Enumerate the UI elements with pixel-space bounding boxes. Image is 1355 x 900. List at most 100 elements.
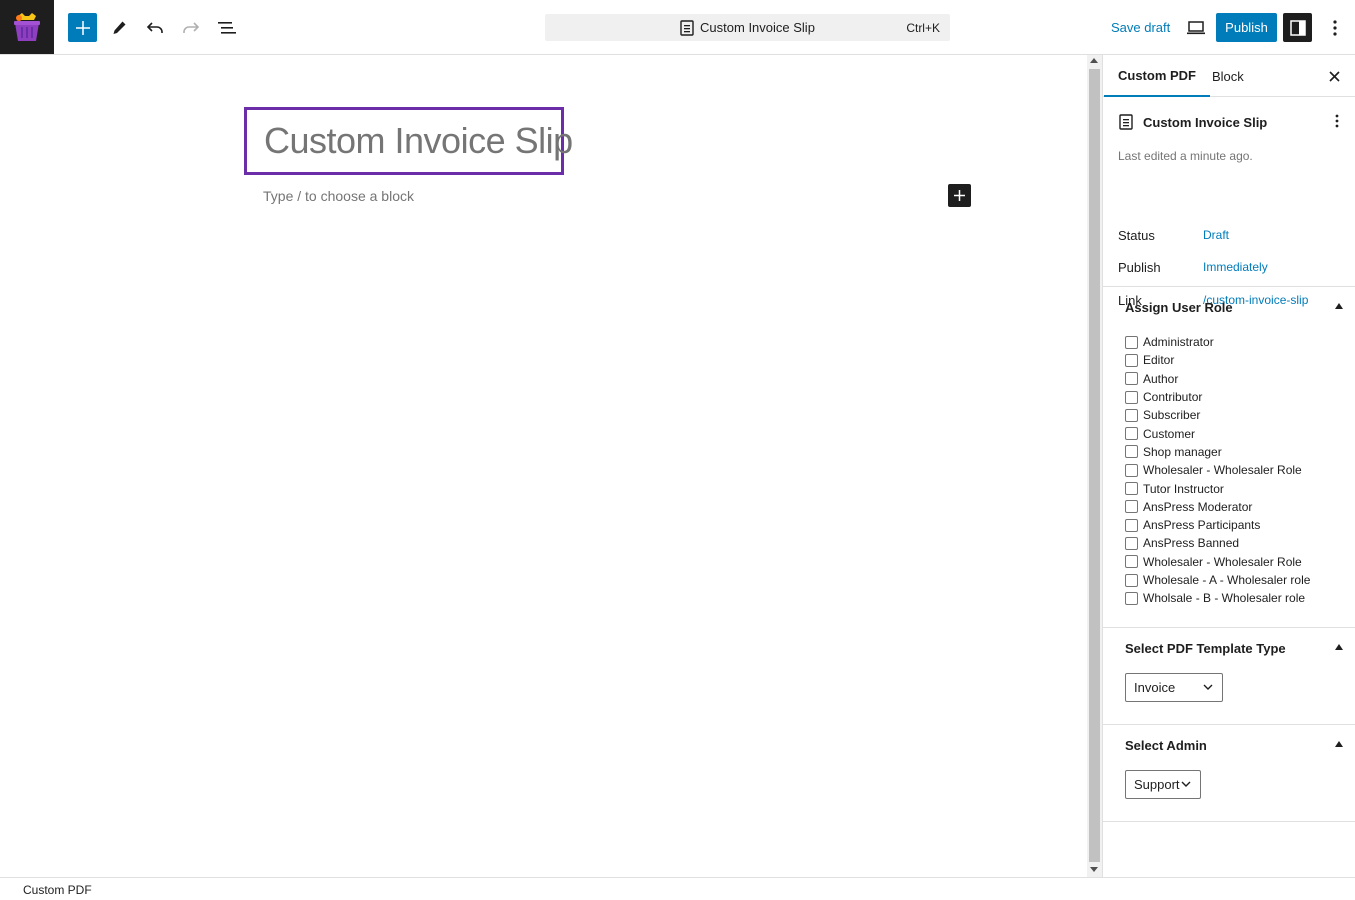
editor-footer: Custom PDF — [0, 877, 1355, 900]
role-checkbox-list: Administrator Editor Author Contributor Subs… — [1125, 333, 1310, 607]
role-label: AnsPress Participants — [1143, 518, 1261, 533]
publish-date-button[interactable]: Immediately — [1203, 260, 1268, 274]
post-title-field[interactable]: Custom Invoice Slip — [244, 107, 573, 175]
undo-button[interactable] — [140, 13, 169, 42]
role-checkbox-row[interactable]: AnsPress Banned — [1125, 534, 1310, 552]
breadcrumb[interactable]: Custom PDF — [23, 883, 92, 897]
role-label: AnsPress Banned — [1143, 536, 1240, 551]
list-view-button[interactable] — [212, 13, 241, 42]
role-label: Administrator — [1143, 335, 1214, 350]
role-checkbox-row[interactable]: Wholesaler - Wholesaler Role — [1125, 553, 1310, 571]
role-checkbox-row[interactable]: Administrator — [1125, 333, 1310, 351]
chevron-down-icon — [1203, 684, 1213, 690]
role-checkbox-row[interactable]: Author — [1125, 370, 1310, 388]
tab-block[interactable]: Block — [1198, 55, 1258, 97]
plus-icon — [954, 190, 965, 201]
role-checkbox[interactable] — [1125, 427, 1138, 441]
role-checkbox-row[interactable]: Customer — [1125, 424, 1310, 442]
role-label: Wholesale - A - Wholesaler role — [1143, 573, 1311, 587]
select-admin-select[interactable]: Support — [1125, 770, 1201, 799]
assign-user-role-title[interactable]: Assign User Role — [1125, 300, 1233, 315]
close-sidebar-button[interactable] — [1325, 67, 1343, 85]
role-label: Author — [1143, 371, 1179, 386]
role-checkbox-row[interactable]: Subscriber — [1125, 406, 1310, 424]
collapse-caret-icon[interactable] — [1335, 741, 1343, 747]
pdf-template-type-select[interactable]: Invoice — [1125, 673, 1223, 702]
scroll-down-arrow-icon[interactable] — [1090, 867, 1098, 872]
role-checkbox[interactable] — [1125, 500, 1138, 514]
role-checkbox[interactable] — [1125, 463, 1138, 477]
role-checkbox[interactable] — [1125, 536, 1138, 550]
editor-scrollbar[interactable] — [1087, 55, 1102, 877]
role-checkbox[interactable] — [1125, 573, 1138, 587]
redo-icon — [182, 21, 199, 33]
scrollbar-thumb[interactable] — [1089, 69, 1100, 862]
role-checkbox-row[interactable]: Tutor Instructor — [1125, 479, 1310, 497]
options-menu-button[interactable] — [1320, 13, 1349, 42]
basket-logo-icon — [14, 13, 40, 41]
role-checkbox[interactable] — [1125, 353, 1138, 367]
block-placeholder[interactable]: Type / to choose a block — [263, 188, 414, 204]
role-checkbox[interactable] — [1125, 372, 1138, 386]
plus-icon — [75, 20, 90, 35]
collapse-caret-icon[interactable] — [1335, 644, 1343, 650]
command-bar-title: Custom Invoice Slip — [545, 19, 950, 36]
preview-button[interactable] — [1181, 13, 1210, 42]
collapse-caret-icon[interactable] — [1335, 303, 1343, 309]
role-checkbox[interactable] — [1125, 482, 1138, 496]
editor-header: Custom Invoice Slip Ctrl+K Save draft Pu… — [0, 0, 1355, 55]
role-checkbox[interactable] — [1125, 408, 1138, 422]
role-checkbox-row[interactable]: AnsPress Moderator — [1125, 498, 1310, 516]
role-checkbox-row[interactable]: Wholsale - B - Wholesaler role — [1125, 589, 1310, 607]
role-checkbox-row[interactable]: AnsPress Participants — [1125, 516, 1310, 534]
command-bar-title-text: Custom Invoice Slip — [700, 20, 815, 35]
pdf-template-type-title[interactable]: Select PDF Template Type — [1125, 641, 1286, 656]
role-checkbox-row[interactable]: Wholesale - A - Wholesaler role — [1125, 571, 1310, 589]
document-summary-panel: Custom Invoice Slip Last edited a minute… — [1103, 97, 1355, 308]
select-admin-title[interactable]: Select Admin — [1125, 738, 1207, 753]
publish-button[interactable]: Publish — [1216, 13, 1277, 42]
settings-toggle-button[interactable] — [1283, 13, 1312, 42]
list-view-icon — [217, 21, 236, 34]
sidebar-tabs: Custom PDF Block — [1103, 55, 1355, 97]
more-vertical-icon — [1335, 114, 1339, 128]
role-checkbox[interactable] — [1125, 445, 1138, 459]
role-checkbox[interactable] — [1125, 390, 1138, 404]
role-checkbox-row[interactable]: Contributor — [1125, 388, 1310, 406]
role-checkbox-row[interactable]: Shop manager — [1125, 443, 1310, 461]
role-checkbox[interactable] — [1125, 591, 1138, 605]
role-checkbox-row[interactable]: Wholesaler - Wholesaler Role — [1125, 461, 1310, 479]
pdf-template-type-panel: Select PDF Template Type Invoice — [1103, 628, 1355, 725]
role-label: Shop manager — [1143, 444, 1222, 459]
undo-icon — [146, 21, 163, 33]
role-label: Wholsale - B - Wholesaler role — [1143, 591, 1306, 606]
role-checkbox[interactable] — [1125, 518, 1138, 532]
document-icon — [680, 19, 694, 36]
command-palette-button[interactable]: Custom Invoice Slip Ctrl+K — [545, 14, 950, 41]
role-label: Subscriber — [1143, 408, 1201, 423]
role-checkbox[interactable] — [1125, 555, 1138, 569]
document-actions-button[interactable] — [1335, 114, 1339, 131]
site-logo[interactable] — [0, 0, 54, 54]
select-admin-value: Support — [1134, 777, 1180, 792]
role-label: AnsPress Moderator — [1143, 499, 1253, 514]
chevron-down-icon — [1181, 781, 1191, 787]
post-title-text[interactable]: Custom Invoice Slip — [264, 120, 573, 162]
save-draft-button[interactable]: Save draft — [1103, 14, 1178, 41]
role-checkbox-row[interactable]: Editor — [1125, 351, 1310, 369]
scroll-up-arrow-icon[interactable] — [1090, 58, 1098, 63]
command-bar-shortcut: Ctrl+K — [906, 20, 940, 35]
role-checkbox[interactable] — [1125, 335, 1138, 349]
role-label: Wholesaler - Wholesaler Role — [1143, 554, 1302, 569]
inline-add-block-button[interactable] — [948, 184, 971, 207]
close-icon — [1328, 70, 1340, 82]
document-icon — [1119, 114, 1133, 130]
role-label: Wholesaler - Wholesaler Role — [1143, 463, 1302, 478]
add-block-button[interactable] — [68, 13, 97, 42]
tools-button[interactable] — [104, 13, 133, 42]
redo-button[interactable] — [176, 13, 205, 42]
status-value-button[interactable]: Draft — [1203, 228, 1229, 242]
editor-canvas[interactable]: Custom Invoice Slip Type / to choose a b… — [0, 55, 1087, 877]
role-label: Customer — [1143, 426, 1196, 441]
tab-custom-pdf[interactable]: Custom PDF — [1104, 55, 1210, 97]
